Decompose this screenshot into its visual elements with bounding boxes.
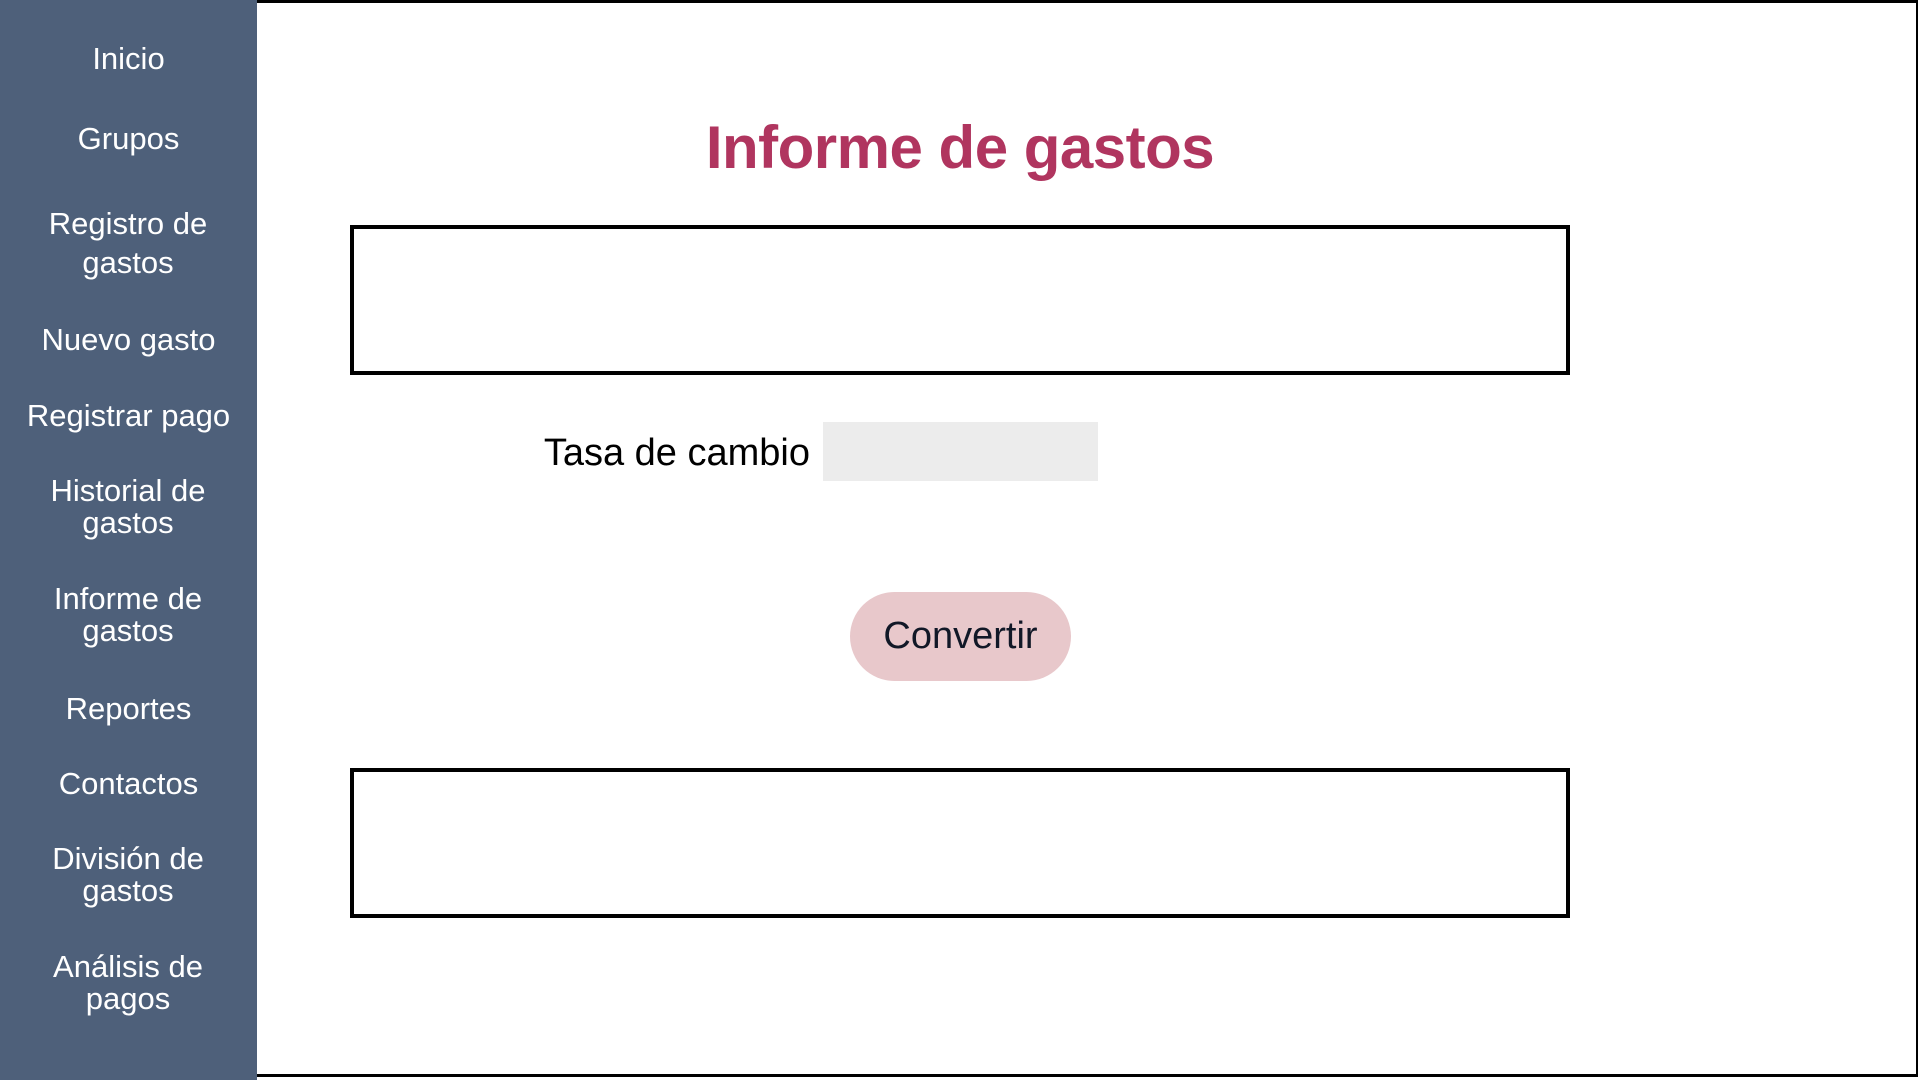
sidebar-item-reportes[interactable]: Reportes xyxy=(0,691,257,727)
sidebar: Inicio Grupos Registro de gastos Nuevo g… xyxy=(0,0,257,1080)
exchange-rate-input[interactable] xyxy=(823,422,1098,481)
app-window: Inicio Grupos Registro de gastos Nuevo g… xyxy=(0,0,1920,1080)
sidebar-item-informe-de-gastos[interactable]: Informe de gastos xyxy=(43,583,213,647)
sidebar-item-contactos[interactable]: Contactos xyxy=(0,766,257,802)
report-input-box[interactable] xyxy=(350,225,1570,375)
sidebar-item-analisis-de-pagos[interactable]: Análisis de pagos xyxy=(43,951,213,1015)
convert-button[interactable]: Convertir xyxy=(850,592,1071,681)
sidebar-item-registro-de-gastos[interactable]: Registro de gastos xyxy=(43,204,213,282)
exchange-rate-label: Tasa de cambio xyxy=(543,432,810,474)
sidebar-item-division-de-gastos[interactable]: División de gastos xyxy=(43,843,213,907)
sidebar-item-grupos[interactable]: Grupos xyxy=(0,121,257,157)
sidebar-item-nuevo-gasto[interactable]: Nuevo gasto xyxy=(0,322,257,358)
page-title: Informe de gastos xyxy=(705,114,1215,181)
sidebar-item-inicio[interactable]: Inicio xyxy=(0,41,257,77)
sidebar-item-registrar-pago[interactable]: Registrar pago xyxy=(0,398,257,434)
report-output-box[interactable] xyxy=(350,768,1570,918)
sidebar-item-historial-de-gastos[interactable]: Historial de gastos xyxy=(43,475,213,539)
